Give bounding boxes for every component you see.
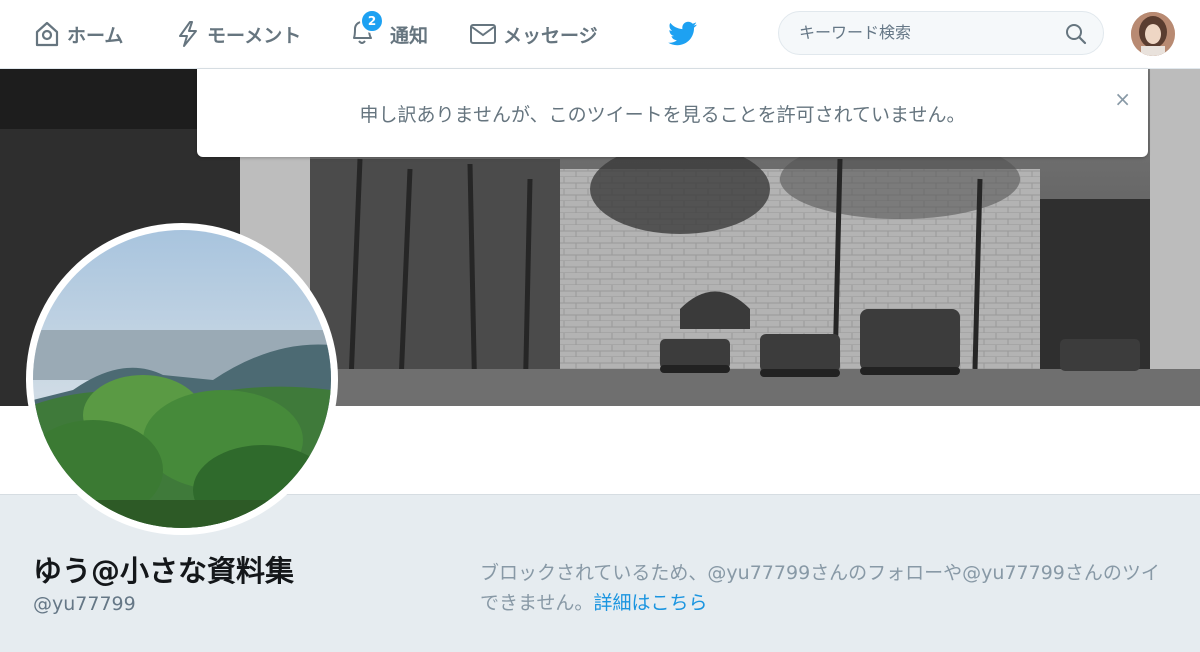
search-box: [778, 11, 1104, 55]
details-link[interactable]: 詳細はこちら: [593, 592, 707, 614]
user-avatar[interactable]: [1131, 12, 1175, 56]
home-icon: [35, 21, 59, 47]
nav-home[interactable]: ホーム: [33, 0, 123, 68]
lightning-icon: [179, 21, 197, 47]
notifications-icon-wrap: 2: [348, 8, 384, 52]
search-icon[interactable]: [1065, 23, 1087, 45]
blocked-message-line2: できません。詳細はこちら: [480, 588, 1200, 618]
profile-photo-image: [33, 230, 331, 528]
nav-home-label: ホーム: [67, 24, 124, 47]
nav-notifications-label: 通知: [390, 24, 429, 47]
profile-name: ゆう@小さな資料集: [33, 554, 295, 588]
twitter-bird-icon[interactable]: [668, 21, 698, 47]
nav-moments[interactable]: モーメント: [175, 0, 301, 68]
nav-messages[interactable]: メッセージ: [469, 0, 598, 68]
nav-messages-label: メッセージ: [503, 24, 598, 47]
notification-count-badge: 2: [360, 8, 384, 33]
blocked-message-line1: ブロックされているため、@yu77799さんのフォローや@yu77799さんのツ…: [480, 562, 1160, 584]
avatar-photo: [1131, 12, 1175, 56]
nav-moments-label: モーメント: [207, 24, 302, 47]
blocked-message: ブロックされているため、@yu77799さんのフォローや@yu77799さんのツ…: [480, 558, 1200, 618]
profile-handle: @yu77799: [33, 593, 136, 615]
alert-banner: 申し訳ありませんが、このツイートを見ることを許可されていません。 ×: [197, 69, 1148, 157]
alert-message: 申し訳ありませんが、このツイートを見ることを許可されていません。: [359, 103, 966, 126]
search-input[interactable]: [797, 22, 1051, 43]
blocked-message-text: できません。: [480, 592, 594, 614]
close-icon[interactable]: ×: [1114, 87, 1131, 111]
top-navigation: ホーム モーメント 2 通知 メッセージ: [0, 0, 1200, 69]
profile-photo[interactable]: [26, 223, 338, 535]
nav-notifications[interactable]: 2 通知: [348, 0, 428, 68]
envelope-icon: [470, 24, 496, 44]
